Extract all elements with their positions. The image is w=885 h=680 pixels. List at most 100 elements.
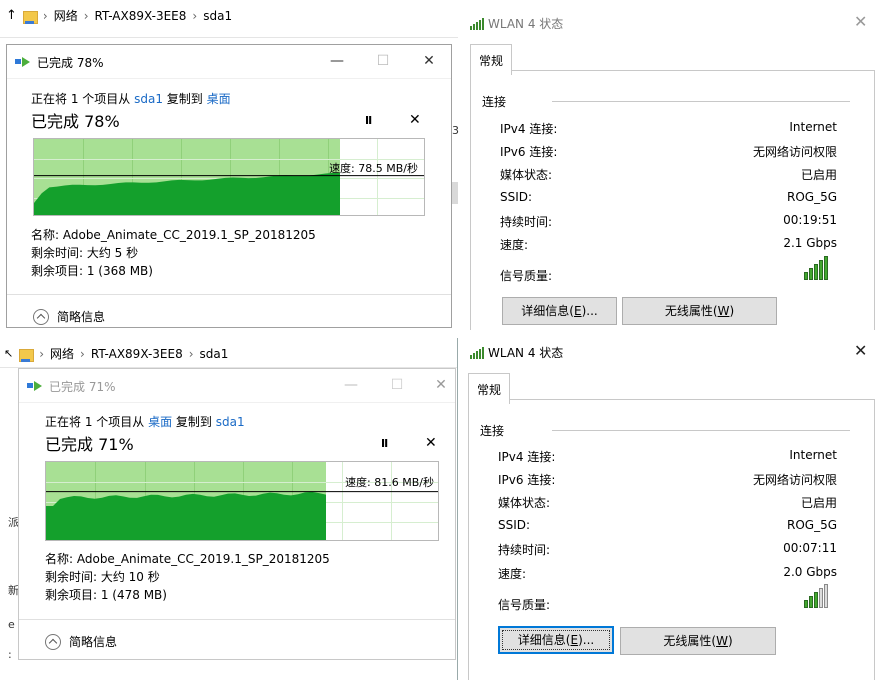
destination-link[interactable]: sda1 xyxy=(216,415,245,429)
pause-button[interactable]: II xyxy=(365,114,372,127)
speed-value: 2.1 Gbps xyxy=(783,236,837,250)
speed-label: 速度: 81.6 MB/秒 xyxy=(345,476,434,489)
ssid-label: SSID: xyxy=(498,518,531,532)
crumb-router[interactable]: RT-AX89X-3EE8 xyxy=(95,9,187,23)
signal-bar xyxy=(814,592,818,608)
close-button[interactable]: ✕ xyxy=(854,341,867,360)
tab-general[interactable]: 常规 xyxy=(468,373,511,404)
copy-description: 正在将 1 个项目从 sda1 复制到 桌面 xyxy=(31,90,231,107)
source-link[interactable]: 桌面 xyxy=(148,415,172,429)
up-arrow-icon[interactable]: ↖ xyxy=(4,347,13,360)
speed-label: 速度: xyxy=(498,567,527,581)
items-remaining: 剩余项目: 1 (368 MB) xyxy=(31,264,153,278)
wlan-titlebar: WLAN 4 状态 xyxy=(470,15,563,32)
window-border xyxy=(457,338,458,680)
speed-label: 速度: xyxy=(500,238,529,252)
desc-prefix: 正在将 1 个项目从 xyxy=(45,415,149,429)
signal-bar xyxy=(809,268,813,280)
chevron-right-icon: › xyxy=(42,8,48,23)
chevron-right-icon: › xyxy=(80,346,85,361)
up-arrow-icon[interactable]: ↑ xyxy=(6,8,17,23)
ssid-value: ROG_5G xyxy=(786,518,837,532)
media-state-value: 已启用 xyxy=(800,168,837,182)
close-button[interactable]: ✕ xyxy=(431,375,451,395)
crumb-router[interactable]: RT-AX89X-3EE8 xyxy=(91,347,183,361)
close-button[interactable]: ✕ xyxy=(854,12,867,31)
top-explorer-bar: ↑ › 网络 › RT-AX89X-3EE8 › sda1 xyxy=(0,0,458,38)
details-button[interactable]: 详细信息(E)... xyxy=(502,297,617,325)
media-state-label: 媒体状态: xyxy=(498,496,551,510)
group-connection: 连接 xyxy=(482,93,513,110)
duration-value: 00:19:51 xyxy=(783,213,837,227)
time-remaining: 剩余时间: 大约 10 秒 xyxy=(45,570,160,584)
fewer-details-label: 简略信息 xyxy=(69,635,118,649)
file-copy-icon xyxy=(27,380,43,391)
fewer-details-toggle[interactable]: 简略信息 xyxy=(33,308,105,325)
crumb-network[interactable]: 网络 xyxy=(50,345,74,362)
crumb-share[interactable]: sda1 xyxy=(203,9,232,23)
background-fragment: 3 xyxy=(452,124,459,137)
background-fragment: e xyxy=(8,618,15,631)
divider xyxy=(19,619,455,620)
speed-graph: 速度: 78.5 MB/秒 xyxy=(33,138,425,216)
duration-label: 持续时间: xyxy=(498,543,551,557)
chevron-right-icon: › xyxy=(39,346,45,361)
ipv4-label: IPv4 连接: xyxy=(498,450,556,464)
ipv6-label: IPv6 连接: xyxy=(500,145,558,159)
maximize-button[interactable]: ☐ xyxy=(387,375,407,395)
wireless-properties-button[interactable]: 无线属性(W) xyxy=(622,297,777,325)
signal-bar xyxy=(824,584,828,608)
chevron-right-icon: › xyxy=(83,8,89,23)
percent-complete: 已完成 71% xyxy=(45,435,134,454)
maximize-button[interactable]: ☐ xyxy=(373,51,393,71)
speed-label: 速度: 78.5 MB/秒 xyxy=(329,162,418,175)
pause-button[interactable]: II xyxy=(381,437,388,450)
wlan-titlebar: WLAN 4 状态 xyxy=(470,344,563,361)
ipv4-label: IPv4 连接: xyxy=(500,122,558,136)
network-folder-icon xyxy=(19,347,35,362)
duration-value: 00:07:11 xyxy=(783,541,837,555)
speed-graph: 速度: 81.6 MB/秒 xyxy=(45,461,439,541)
top-copy-dialog: 已完成 78% — ☐ ✕ 正在将 1 个项目从 sda1 复制到 桌面 已完成… xyxy=(6,44,452,328)
file-copy-icon xyxy=(15,56,31,67)
minimize-button[interactable]: — xyxy=(341,375,361,395)
crumb-network[interactable]: 网络 xyxy=(54,7,78,24)
cancel-button[interactable]: ✕ xyxy=(409,112,421,128)
bottom-breadcrumb: ↖ › 网络 › RT-AX89X-3EE8 › sda1 xyxy=(4,345,228,362)
signal-bar xyxy=(814,264,818,280)
close-button[interactable]: ✕ xyxy=(419,51,439,71)
signal-quality-label: 信号质量: xyxy=(498,598,551,612)
signal-quality-label: 信号质量: xyxy=(500,269,553,283)
ipv4-value: Internet xyxy=(789,448,837,462)
fewer-details-toggle[interactable]: 简略信息 xyxy=(45,633,117,650)
desc-mid: 复制到 xyxy=(172,415,216,429)
bottom-explorer-bar: ↖ › 网络 › RT-AX89X-3EE8 › sda1 xyxy=(0,338,458,368)
wireless-properties-button[interactable]: 无线属性(W) xyxy=(620,627,776,655)
details-button[interactable]: 详细信息(E)... xyxy=(498,626,614,654)
percent-complete: 已完成 78% xyxy=(31,112,120,131)
speed-value: 2.0 Gbps xyxy=(783,565,837,579)
signal-strength-bars-icon xyxy=(804,256,834,280)
time-remaining: 剩余时间: 大约 5 秒 xyxy=(31,246,139,260)
ipv6-label: IPv6 连接: xyxy=(498,473,556,487)
group-divider xyxy=(552,430,850,431)
copy-titlebar: 已完成 78% — ☐ ✕ xyxy=(7,45,451,79)
tab-general[interactable]: 常规 xyxy=(470,44,513,75)
background-fragment: : xyxy=(8,648,12,661)
chevron-up-icon xyxy=(45,633,61,650)
ssid-label: SSID: xyxy=(500,190,533,204)
destination-link[interactable]: 桌面 xyxy=(207,92,231,106)
crumb-share[interactable]: sda1 xyxy=(200,347,229,361)
ipv6-value: 无网络访问权限 xyxy=(752,145,837,159)
source-link[interactable]: sda1 xyxy=(134,92,163,106)
minimize-button[interactable]: — xyxy=(327,51,347,71)
divider xyxy=(7,294,451,295)
signal-bar xyxy=(804,600,808,608)
copy-titlebar: 已完成 71% — ☐ ✕ xyxy=(19,369,455,403)
window-title: 已完成 71% xyxy=(49,380,116,394)
window-title: 已完成 78% xyxy=(37,56,104,70)
ipv4-value: Internet xyxy=(789,120,837,134)
cancel-button[interactable]: ✕ xyxy=(425,435,437,451)
chevron-up-icon xyxy=(33,308,49,325)
desc-prefix: 正在将 1 个项目从 xyxy=(31,92,135,106)
